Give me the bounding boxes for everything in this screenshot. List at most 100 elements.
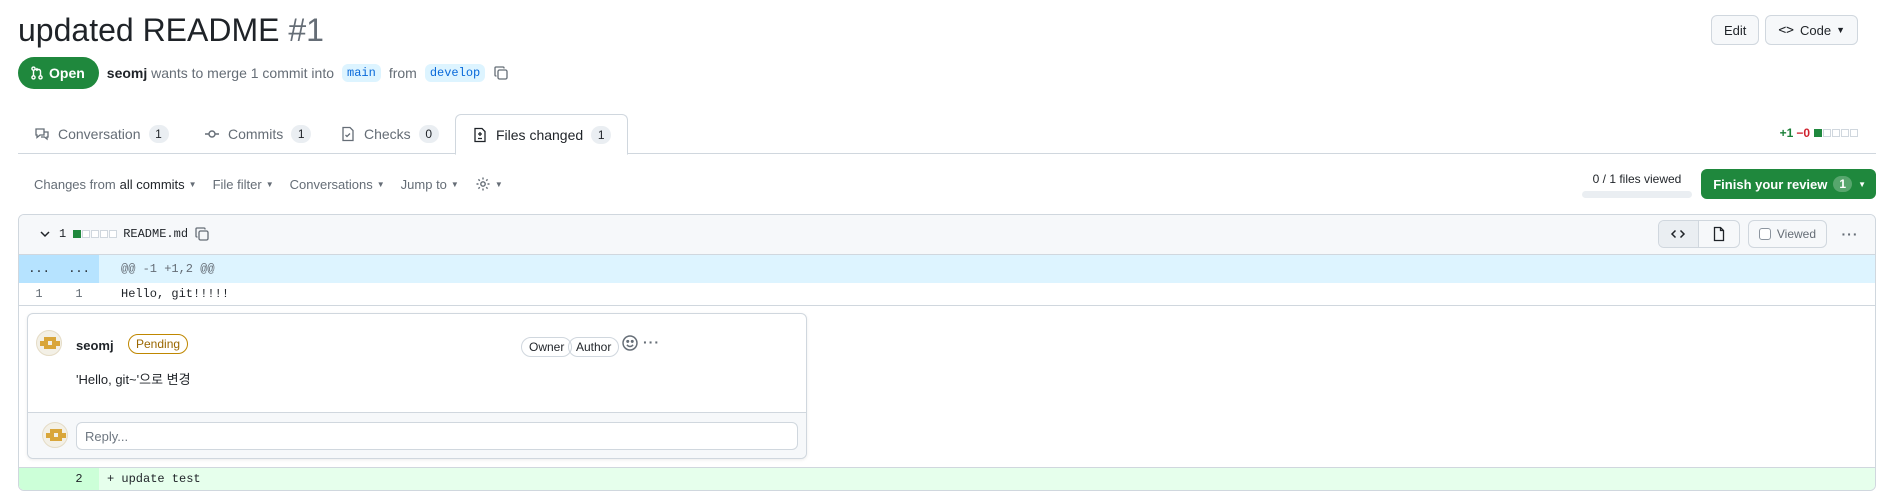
diff-line-addition: 2 + update test: [19, 468, 1875, 490]
state-label: Open: [49, 65, 85, 81]
file-icon: [1713, 226, 1725, 242]
copy-icon[interactable]: [194, 226, 210, 242]
tab-commits[interactable]: Commits 1: [188, 114, 327, 154]
expand-up-button[interactable]: ...: [19, 255, 59, 283]
pr-author-link[interactable]: seomj: [107, 65, 147, 81]
line-code: + update test: [107, 472, 201, 486]
old-line-number[interactable]: 1: [19, 287, 59, 301]
comment-discussion-icon: [35, 128, 49, 141]
caret-down-icon: ▼: [450, 179, 459, 189]
additions-count: +1: [1779, 126, 1794, 140]
changes-from-value: all commits: [119, 176, 185, 192]
comment-author[interactable]: seomj: [76, 338, 114, 353]
base-branch[interactable]: main: [342, 64, 381, 82]
viewed-label: Viewed: [1776, 227, 1816, 241]
head-branch[interactable]: develop: [424, 64, 486, 82]
caret-down-icon: ▼: [1836, 25, 1845, 35]
reply-input[interactable]: Reply...: [76, 422, 798, 450]
file-diff: 1 README.md Viewed ··· ... ... @@ -1 +1,…: [18, 214, 1876, 491]
conversations-label: Conversations: [289, 176, 373, 192]
pr-title: updated README #1: [18, 12, 324, 49]
code-icon: <>: [1778, 22, 1794, 38]
finish-review-label: Finish your review: [1713, 176, 1828, 192]
git-pull-request-icon: [31, 66, 43, 80]
hunk-header-text: @@ -1 +1,2 @@: [121, 262, 215, 276]
code-icon: [1671, 229, 1686, 239]
file-filter-label: File filter: [212, 176, 262, 192]
avatar: [42, 422, 68, 448]
copy-icon[interactable]: [493, 65, 509, 81]
merge-text: wants to merge 1 commit into: [151, 65, 334, 81]
edit-button[interactable]: Edit: [1710, 15, 1760, 45]
changes-from-prefix: Changes from: [34, 176, 116, 192]
review-thread-row: seomj Pending Owner Author ··· 'Hello, g…: [19, 305, 1875, 468]
hunk-header-row: ... ... @@ -1 +1,2 @@: [19, 255, 1875, 283]
viewed-checkbox[interactable]: Viewed: [1747, 220, 1827, 248]
caret-down-icon: ▼: [188, 179, 197, 189]
state-badge: Open: [18, 57, 99, 89]
diff-line-context: 1 1 Hello, git!!!!!: [19, 283, 1875, 305]
checklist-icon: [342, 126, 354, 142]
reply-area: Reply...: [28, 412, 806, 458]
tab-files-changed[interactable]: Files changed 1: [455, 114, 629, 155]
code-button[interactable]: <> Code ▼: [1765, 15, 1858, 45]
finish-review-count: 1: [1833, 176, 1853, 192]
git-commit-icon: [205, 130, 219, 138]
pr-number: #1: [288, 12, 324, 48]
file-name[interactable]: README.md: [123, 227, 188, 241]
kebab-horizontal-icon[interactable]: ···: [1835, 226, 1865, 242]
files-viewed-progress: 0 / 1 files viewed: [1582, 172, 1692, 198]
diff-settings-dropdown[interactable]: ▼: [475, 176, 503, 192]
caret-down-icon: ▼: [376, 179, 385, 189]
deletions-count: −0: [1796, 126, 1810, 140]
files-toolbar: Changes from all commits ▼ File filter ▼…: [34, 176, 503, 192]
file-changes-count: 1: [59, 227, 67, 241]
kebab-horizontal-icon[interactable]: ···: [643, 334, 660, 350]
expand-down-button[interactable]: ...: [59, 255, 99, 283]
header-actions: Edit <> Code ▼: [1710, 15, 1858, 45]
file-filter-dropdown[interactable]: File filter ▼: [213, 177, 274, 192]
jump-to-label: Jump to: [400, 176, 447, 192]
changes-from-dropdown[interactable]: Changes from all commits ▼: [34, 177, 197, 192]
line-code: Hello, git!!!!!: [121, 287, 230, 301]
tab-checks[interactable]: Checks 0: [324, 114, 455, 154]
smiley-icon[interactable]: [621, 334, 639, 352]
merge-description: seomj wants to merge 1 commit into: [107, 65, 334, 81]
file-diff-icon: [474, 127, 486, 142]
file-diffstat-bar: [72, 227, 118, 241]
file-header-actions: Viewed ···: [1657, 220, 1865, 248]
caret-down-icon: ▼: [1858, 179, 1866, 189]
files-viewed-bar: [1582, 191, 1692, 198]
conversations-dropdown[interactable]: Conversations ▼: [290, 177, 385, 192]
pr-title-text: updated README: [18, 12, 280, 48]
files-viewed-label: 0 / 1 files viewed: [1592, 172, 1682, 186]
source-view-button[interactable]: [1658, 221, 1699, 247]
new-line-number[interactable]: 2: [59, 472, 99, 486]
from-text: from: [388, 65, 417, 81]
pending-badge: Pending: [128, 334, 189, 354]
caret-down-icon: ▼: [265, 179, 274, 189]
review-comment: seomj Pending Owner Author ··· 'Hello, g…: [27, 313, 807, 459]
diffstat: +1 −0: [1780, 126, 1858, 140]
chevron-down-icon[interactable]: [37, 226, 53, 242]
tab-counter: 1: [591, 125, 612, 144]
tab-label: Conversation: [58, 126, 141, 142]
finish-review-button[interactable]: Finish your review 1 ▼: [1701, 169, 1876, 199]
diffstat-bar: [1813, 126, 1858, 140]
rich-view-button[interactable]: [1699, 221, 1739, 247]
author-badge: Author: [568, 337, 620, 357]
code-button-label: Code: [1800, 22, 1832, 38]
tab-counter: 1: [291, 125, 312, 143]
tab-counter: 0: [418, 125, 439, 143]
tab-label: Files changed: [496, 126, 584, 143]
tab-conversation[interactable]: Conversation 1: [18, 114, 185, 154]
tab-label: Checks: [364, 126, 411, 142]
pr-state-row: Open seomj wants to merge 1 commit into …: [18, 57, 509, 89]
checkbox-icon: [1758, 228, 1771, 240]
new-line-number[interactable]: 1: [59, 287, 99, 301]
avatar[interactable]: [36, 330, 62, 356]
tab-counter: 1: [148, 125, 169, 143]
jump-to-dropdown[interactable]: Jump to ▼: [401, 177, 459, 192]
file-header: 1 README.md Viewed ···: [19, 215, 1875, 255]
caret-down-icon: ▼: [494, 179, 503, 189]
